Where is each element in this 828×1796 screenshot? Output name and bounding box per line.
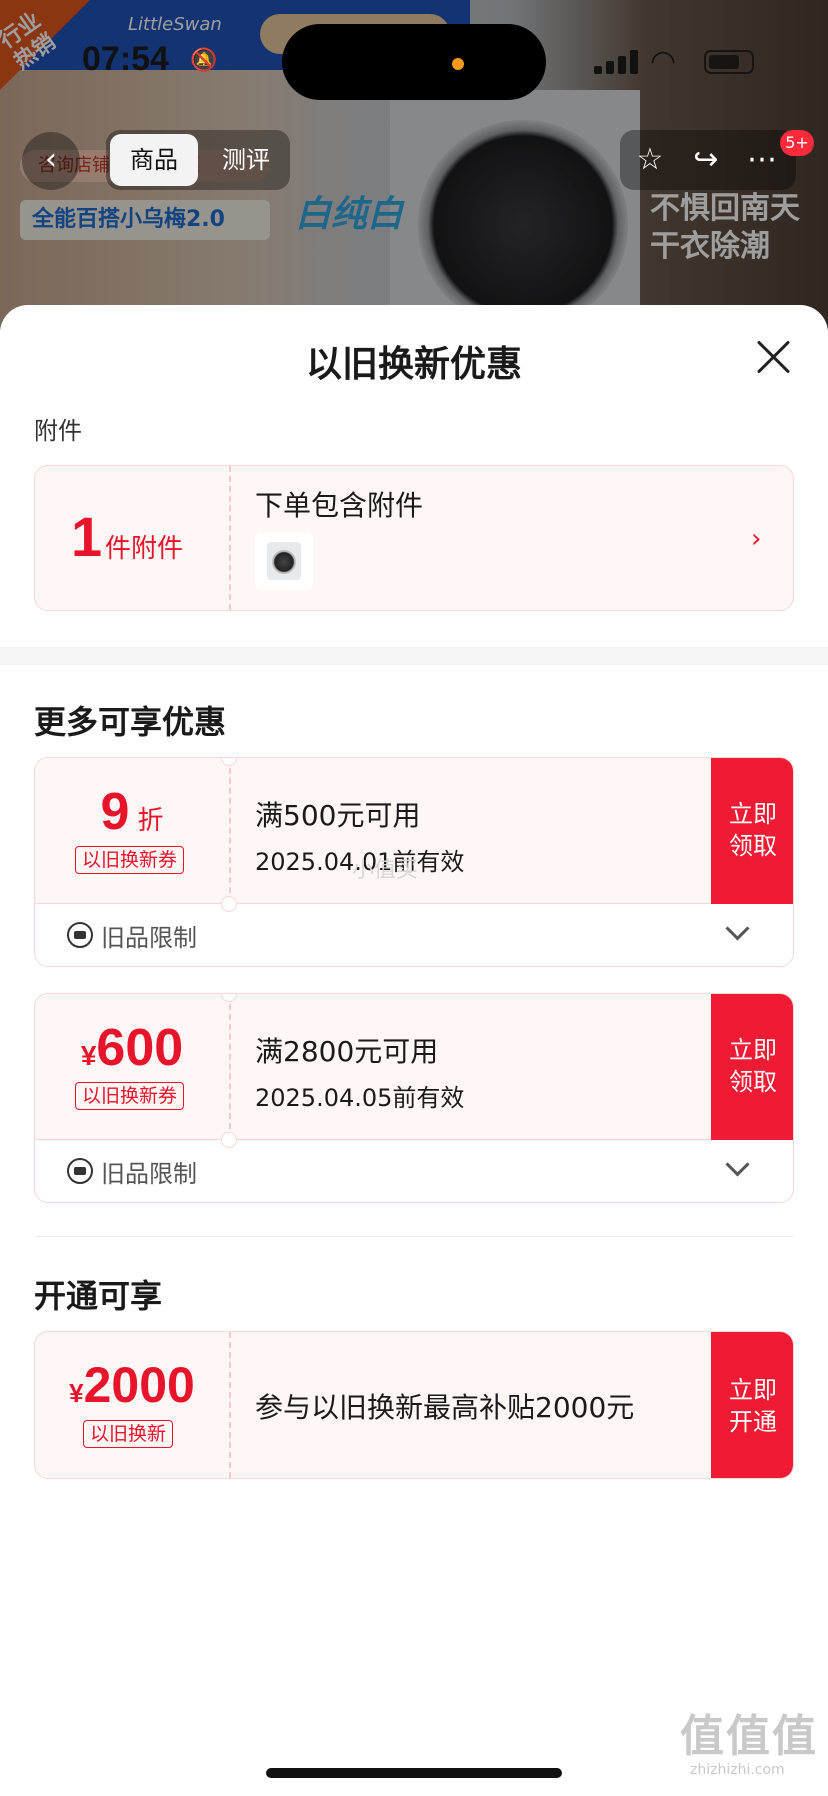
chevron-left-icon: ‹ xyxy=(45,142,57,177)
discount-number: 9 xyxy=(100,783,130,841)
nav-tab-group: 商品 测评 xyxy=(106,130,290,190)
washer-thumbnail-icon xyxy=(267,542,301,580)
home-indicator[interactable] xyxy=(266,1768,562,1778)
coupon-tag: 以旧换新券 xyxy=(75,1082,185,1110)
chevron-down-icon[interactable] xyxy=(725,1154,751,1180)
battery-icon xyxy=(704,50,754,74)
coupon-value: 9折 xyxy=(35,782,229,842)
card-divider xyxy=(229,1332,231,1478)
card-divider xyxy=(229,758,231,903)
currency-symbol: ¥ xyxy=(80,1040,97,1071)
accessory-card[interactable]: 1 件附件 下单包含附件 › xyxy=(34,465,794,611)
card-divider xyxy=(229,466,231,610)
offer-value: ¥2000 xyxy=(35,1356,229,1414)
coupon-card: ¥600 以旧换新券 满2800元可用 2025.04.05前有效 立即 领取 … xyxy=(34,993,794,1203)
offer-amount: 2000 xyxy=(83,1357,195,1413)
sheet-title: 以旧换新优惠 xyxy=(305,344,522,385)
accessory-section-label: 附件 xyxy=(34,417,82,445)
claim-button[interactable]: 立即 领取 xyxy=(711,994,793,1140)
offer-tag: 以旧换新 xyxy=(83,1420,174,1448)
old-item-limit-row[interactable]: 旧品限制 xyxy=(35,1140,793,1202)
activate-button[interactable]: 立即 开通 xyxy=(711,1332,793,1478)
old-item-limit-row[interactable]: 旧品限制 xyxy=(35,904,793,966)
watermark-url: zhizhizhi.com xyxy=(690,1762,785,1778)
chevron-right-icon: › xyxy=(751,524,762,554)
limit-label: 旧品限制 xyxy=(101,1160,197,1188)
accessory-title: 下单包含附件 xyxy=(255,489,424,522)
watermark-mid: 小值买 xyxy=(352,858,419,883)
accessory-thumbnail xyxy=(255,532,313,590)
currency-symbol: ¥ xyxy=(69,1378,84,1408)
open-offer-card: ¥2000 以旧换新 参与以旧换新最高补贴2000元 立即 开通 xyxy=(34,1331,794,1479)
tab-product[interactable]: 商品 xyxy=(110,134,198,186)
nav-actions: ☆ ↪ ⋯ xyxy=(620,130,796,190)
wifi-icon: ◠ xyxy=(650,44,677,79)
discount-unit: 折 xyxy=(137,805,164,835)
accessory-unit: 件附件 xyxy=(105,534,184,564)
accessory-count: 1 xyxy=(71,505,103,568)
chevron-down-icon[interactable] xyxy=(725,918,751,944)
dynamic-island xyxy=(282,24,546,100)
watermark-logo: 值值值 xyxy=(680,1711,818,1762)
offer-description: 参与以旧换新最高补贴2000元 xyxy=(255,1391,635,1424)
claim-button[interactable]: 立即 领取 xyxy=(711,758,793,904)
status-time: 07:54 xyxy=(82,40,169,78)
card-divider xyxy=(229,994,231,1139)
silent-bell-icon: 🔕 xyxy=(190,48,218,73)
section-separator xyxy=(0,647,828,665)
coupon-condition: 满500元可用 xyxy=(255,799,421,832)
coupon-validity: 2025.04.05前有效 xyxy=(255,1084,465,1112)
message-badge: 5+ xyxy=(780,130,814,156)
privacy-dot xyxy=(452,58,464,70)
divider-line xyxy=(34,1236,794,1237)
cellular-signal-icon xyxy=(594,50,640,74)
open-offer-title: 开通可享 xyxy=(34,1277,163,1315)
limit-icon xyxy=(67,1158,93,1184)
coupon-body: ¥600 以旧换新券 满2800元可用 2025.04.05前有效 立即 领取 xyxy=(35,994,793,1140)
limit-label: 旧品限制 xyxy=(101,924,197,952)
close-icon[interactable] xyxy=(752,335,796,379)
share-icon[interactable]: ↪ xyxy=(684,138,728,182)
star-icon[interactable]: ☆ xyxy=(628,138,672,182)
coupon-tag: 以旧换新券 xyxy=(75,846,185,874)
limit-icon xyxy=(67,922,93,948)
coupon-amount: 600 xyxy=(96,1019,184,1077)
tab-review[interactable]: 测评 xyxy=(206,134,286,186)
more-icon[interactable]: ⋯ xyxy=(740,138,784,182)
back-button[interactable]: ‹ xyxy=(22,132,80,190)
coupon-value: ¥600 xyxy=(35,1018,229,1078)
trade-in-sheet: 以旧换新优惠 附件 1 件附件 下单包含附件 › 更多可享优惠 9折 以旧换新券… xyxy=(0,305,828,1796)
more-offers-title: 更多可享优惠 xyxy=(34,703,227,741)
coupon-condition: 满2800元可用 xyxy=(255,1035,439,1068)
